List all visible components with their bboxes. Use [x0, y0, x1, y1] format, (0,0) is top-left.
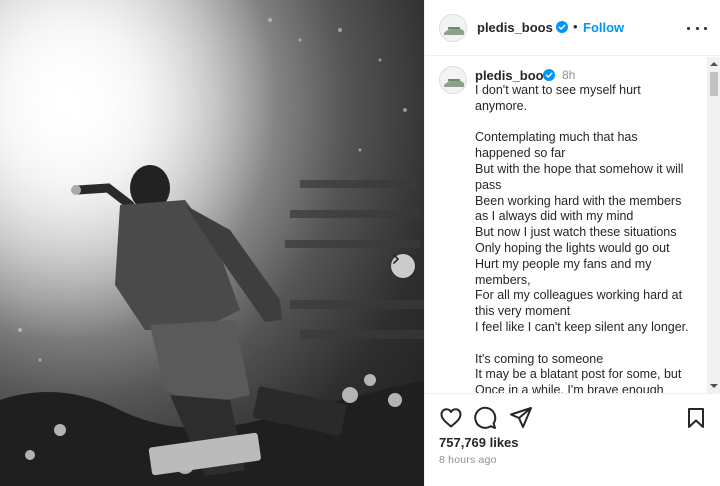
caption-line — [475, 115, 703, 131]
concert-photo-illustration — [0, 0, 424, 486]
post-actions-bar: 757,769 likes 8 hours ago — [425, 393, 720, 486]
caption-line: Only hoping the lights would go out — [475, 240, 670, 255]
likes-count[interactable]: 757,769 likes — [439, 435, 519, 450]
caption-line: For all my colleagues working hard at — [475, 288, 683, 303]
caption-line: pass — [475, 177, 502, 192]
avatar[interactable] — [439, 66, 467, 94]
caption-line: Contemplating much that has — [475, 130, 638, 145]
verified-badge-icon — [556, 21, 568, 33]
post-photo[interactable] — [0, 0, 424, 486]
scroll-down-arrow-icon[interactable] — [707, 379, 720, 393]
caption-line: But now I just watch these situations — [475, 225, 677, 240]
caption-username-link[interactable]: pledis_boos — [475, 68, 551, 83]
post-side-panel: pledis_boos • Follow pledis_boos 8h I do… — [424, 0, 720, 486]
paper-plane-icon[interactable] — [509, 405, 533, 429]
scrollbar-thumb[interactable] — [710, 72, 718, 96]
comment-bubble-icon[interactable] — [473, 406, 497, 430]
caption-line: anymore. — [475, 98, 528, 113]
caption-line: this very moment — [475, 304, 571, 319]
avatar-image — [440, 15, 466, 41]
caption-line: It may be a blatant post for some, but — [475, 367, 682, 382]
bookmark-icon[interactable] — [684, 406, 708, 430]
caption-line: Been working hard with the members — [475, 193, 682, 208]
verified-badge-icon — [543, 69, 555, 81]
post-header: pledis_boos • Follow — [425, 0, 720, 56]
avatar[interactable] — [439, 14, 467, 42]
follow-button[interactable]: Follow — [583, 20, 624, 35]
caption-scrollbar[interactable] — [707, 57, 720, 393]
caption-line — [475, 336, 703, 352]
username-link[interactable]: pledis_boos — [477, 20, 553, 35]
separator-dot: • — [573, 19, 578, 34]
more-options-icon[interactable] — [687, 21, 707, 35]
caption-line: Hurt my people my fans and my — [475, 256, 652, 271]
caption-line: But with the hope that somehow it will — [475, 161, 684, 176]
caption-line: I don't want to see myself hurt — [475, 83, 641, 97]
caption-line: as I always did with my mind — [475, 209, 634, 224]
avatar-image — [440, 67, 466, 93]
next-photo-button[interactable] — [391, 254, 415, 278]
caption-line: It's coming to someone — [475, 351, 604, 366]
caption-line: I feel like I can't keep silent any long… — [475, 319, 689, 334]
caption-text: I don't want to see myself hurt anymore.… — [475, 83, 703, 393]
caption-line: members, — [475, 272, 531, 287]
caption-line: Once in a while, I'm brave enough — [475, 383, 664, 393]
caption-section: pledis_boos 8h I don't want to see mysel… — [425, 57, 720, 393]
chevron-right-icon — [393, 254, 400, 264]
heart-icon[interactable] — [439, 406, 463, 430]
caption-line: happened so far — [475, 146, 566, 161]
post-timestamp[interactable]: 8 hours ago — [439, 454, 497, 466]
post-relative-time: 8h — [562, 68, 576, 82]
scroll-up-arrow-icon[interactable] — [707, 57, 720, 71]
